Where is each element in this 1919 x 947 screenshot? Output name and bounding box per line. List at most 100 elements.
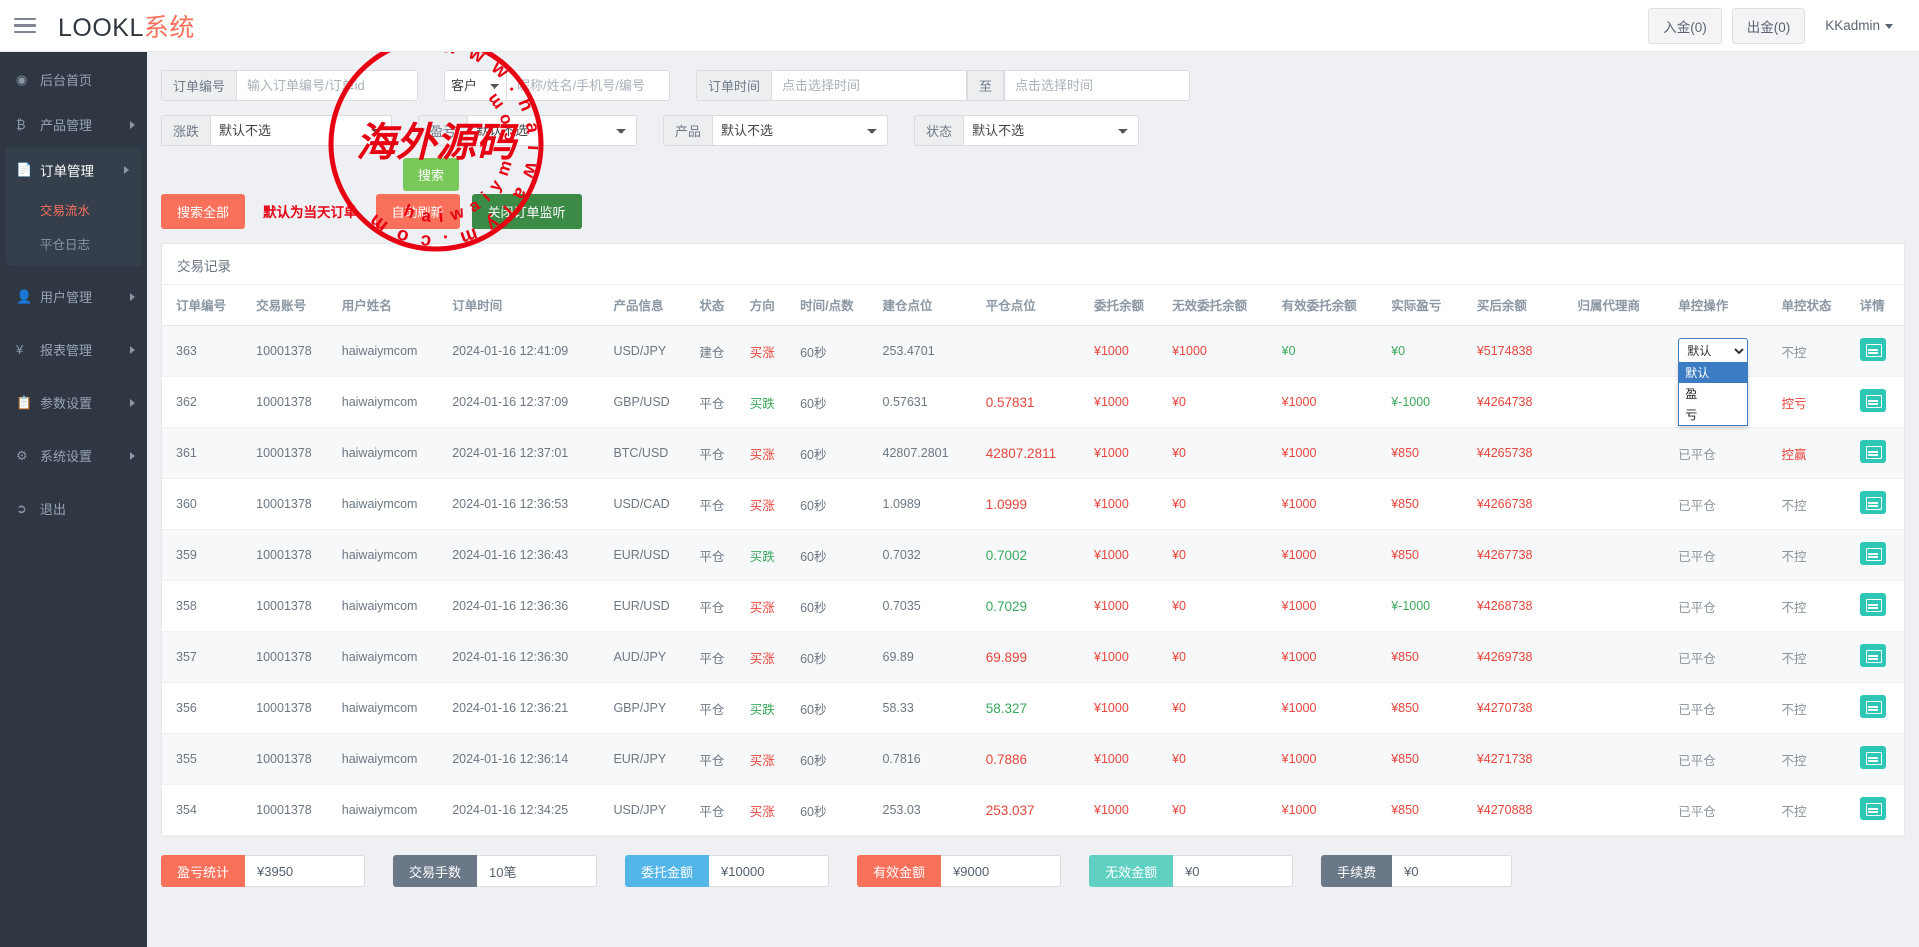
control-op-select[interactable]: 默认 <box>1678 338 1748 364</box>
detail-button[interactable] <box>1860 389 1886 412</box>
sidebar-item-home[interactable]: ◉ 后台首页 <box>0 57 147 102</box>
sidebar-group-order: 📄 订单管理 交易流水 平仓日志 <box>6 147 141 266</box>
cell-open-price: 0.7816 <box>877 734 980 785</box>
auto-refresh-button[interactable]: 自动刷新 <box>376 194 460 229</box>
cell-status: 平仓 <box>693 377 743 428</box>
cell-control-status: 不控 <box>1775 479 1853 530</box>
column-header: 时间/点数 <box>794 285 876 326</box>
cell-account: 10001378 <box>250 326 336 377</box>
cell-status: 平仓 <box>693 479 743 530</box>
pl-select[interactable]: 默认不选 <box>467 115 637 146</box>
detail-button[interactable] <box>1860 542 1886 565</box>
filter-product: 产品 默认不选 <box>663 115 888 146</box>
cell-agent <box>1572 734 1673 785</box>
sidebar-item-user[interactable]: 👤 用户管理 <box>0 274 147 319</box>
time-start-input[interactable] <box>771 70 967 101</box>
sidebar-item-label: 参数设置 <box>40 393 92 412</box>
cell-agent <box>1572 581 1673 632</box>
customer-type-select[interactable]: 客户 <box>444 70 506 101</box>
sidebar-item-system[interactable]: ⚙ 系统设置 <box>0 433 147 478</box>
menu-toggle-icon[interactable] <box>14 14 36 38</box>
detail-button[interactable] <box>1860 491 1886 514</box>
cell-close-price: 0.57831 <box>980 377 1088 428</box>
table-head: 订单编号交易账号用户姓名订单时间产品信息状态方向时间/点数建仓点位平仓点位委托余… <box>162 285 1904 326</box>
cell-direction: 买涨 <box>744 581 794 632</box>
sidebar-item-label: 报表管理 <box>40 340 92 359</box>
cell-order-id: 358 <box>162 581 250 632</box>
cell-duration: 60秒 <box>794 377 876 428</box>
cell-product: GBP/JPY <box>607 683 693 734</box>
order-no-input[interactable] <box>236 70 418 101</box>
time-end-input[interactable] <box>1004 70 1190 101</box>
column-header: 建仓点位 <box>877 285 980 326</box>
cell-valid-entrust: ¥1000 <box>1276 530 1386 581</box>
stat-value: ¥9000 <box>941 855 1061 887</box>
stat-item: 盈亏统计¥3950 <box>161 855 365 887</box>
sidebar-item-close-log[interactable]: 平仓日志 <box>6 226 141 260</box>
cell-control-status: 不控 <box>1775 581 1853 632</box>
cell-user-name: haiwaiymcom <box>336 377 446 428</box>
cell-control-status: 控赢 <box>1775 428 1853 479</box>
sidebar-item-order[interactable]: 📄 订单管理 <box>6 147 141 192</box>
chevron-right-icon <box>124 166 129 174</box>
cell-product: GBP/USD <box>607 377 693 428</box>
table-row: 36010001378haiwaiymcom2024-01-16 12:36:5… <box>162 479 1904 530</box>
detail-button[interactable] <box>1860 338 1886 361</box>
cell-balance-after: ¥4270888 <box>1471 785 1572 836</box>
cell-balance-after: ¥5174838 <box>1471 326 1572 377</box>
stat-label: 无效金额 <box>1089 855 1173 887</box>
cell-order-id: 355 <box>162 734 250 785</box>
withdraw-button[interactable]: 出金(0) <box>1732 8 1806 44</box>
cell-order-id: 357 <box>162 632 250 683</box>
cell-account: 10001378 <box>250 581 336 632</box>
cell-agent <box>1572 377 1673 428</box>
close-order-listen-button[interactable]: 关闭订单监听 <box>472 194 582 229</box>
sidebar-item-params[interactable]: 📋 参数设置 <box>0 380 147 425</box>
user-name: KKadmin <box>1825 18 1880 33</box>
column-header: 用户姓名 <box>336 285 446 326</box>
sidebar-item-logout[interactable]: ➲ 退出 <box>0 486 147 531</box>
order-icon: 📄 <box>16 162 36 178</box>
detail-button[interactable] <box>1860 593 1886 616</box>
product-select[interactable]: 默认不选 <box>712 115 888 146</box>
cell-direction: 买跌 <box>744 683 794 734</box>
cell-close-price: 42807.2811 <box>980 428 1088 479</box>
sidebar-item-trade-flow[interactable]: 交易流水 <box>6 192 141 226</box>
cell-direction: 买涨 <box>744 785 794 836</box>
stat-item: 有效金额¥9000 <box>857 855 1061 887</box>
cell-invalid-entrust: ¥0 <box>1166 581 1276 632</box>
cell-detail <box>1854 479 1904 530</box>
sidebar-item-product[interactable]: ₿ 产品管理 <box>0 102 147 147</box>
trade-records-table: 订单编号交易账号用户姓名订单时间产品信息状态方向时间/点数建仓点位平仓点位委托余… <box>162 285 1904 836</box>
status-select[interactable]: 默认不选 <box>963 115 1139 146</box>
column-header: 归属代理商 <box>1572 285 1673 326</box>
cell-close-price: 0.7886 <box>980 734 1088 785</box>
dropdown-option[interactable]: 默认 <box>1679 362 1747 383</box>
deposit-button[interactable]: 入金(0) <box>1648 8 1722 44</box>
cell-detail <box>1854 377 1904 428</box>
detail-button[interactable] <box>1860 440 1886 463</box>
column-header: 交易账号 <box>250 285 336 326</box>
updown-select[interactable]: 默认不选 <box>210 115 392 146</box>
search-button[interactable]: 搜索 <box>403 158 459 191</box>
detail-button[interactable] <box>1860 695 1886 718</box>
detail-button[interactable] <box>1860 746 1886 769</box>
control-op-dropdown[interactable]: 默认盈亏 <box>1678 362 1748 426</box>
stat-item: 无效金额¥0 <box>1089 855 1293 887</box>
detail-button[interactable] <box>1860 644 1886 667</box>
cell-order-time: 2024-01-16 12:37:09 <box>446 377 607 428</box>
sidebar-item-report[interactable]: ¥ 报表管理 <box>0 327 147 372</box>
cell-control-op: 已平仓 <box>1672 428 1775 479</box>
detail-button[interactable] <box>1860 797 1886 820</box>
dropdown-option[interactable]: 盈 <box>1679 383 1747 404</box>
user-menu[interactable]: KKadmin <box>1815 11 1903 40</box>
customer-search-input[interactable] <box>506 70 670 101</box>
main-content: 订单编号 客户 订单时间 至 涨跌 默认不选 <box>147 52 1919 947</box>
stat-label: 交易手数 <box>393 855 477 887</box>
cell-status: 平仓 <box>693 683 743 734</box>
cell-valid-entrust: ¥1000 <box>1276 377 1386 428</box>
cell-order-id: 362 <box>162 377 250 428</box>
search-all-button[interactable]: 搜索全部 <box>161 194 245 229</box>
dropdown-option[interactable]: 亏 <box>1679 404 1747 425</box>
cell-control-status: 不控 <box>1775 683 1853 734</box>
